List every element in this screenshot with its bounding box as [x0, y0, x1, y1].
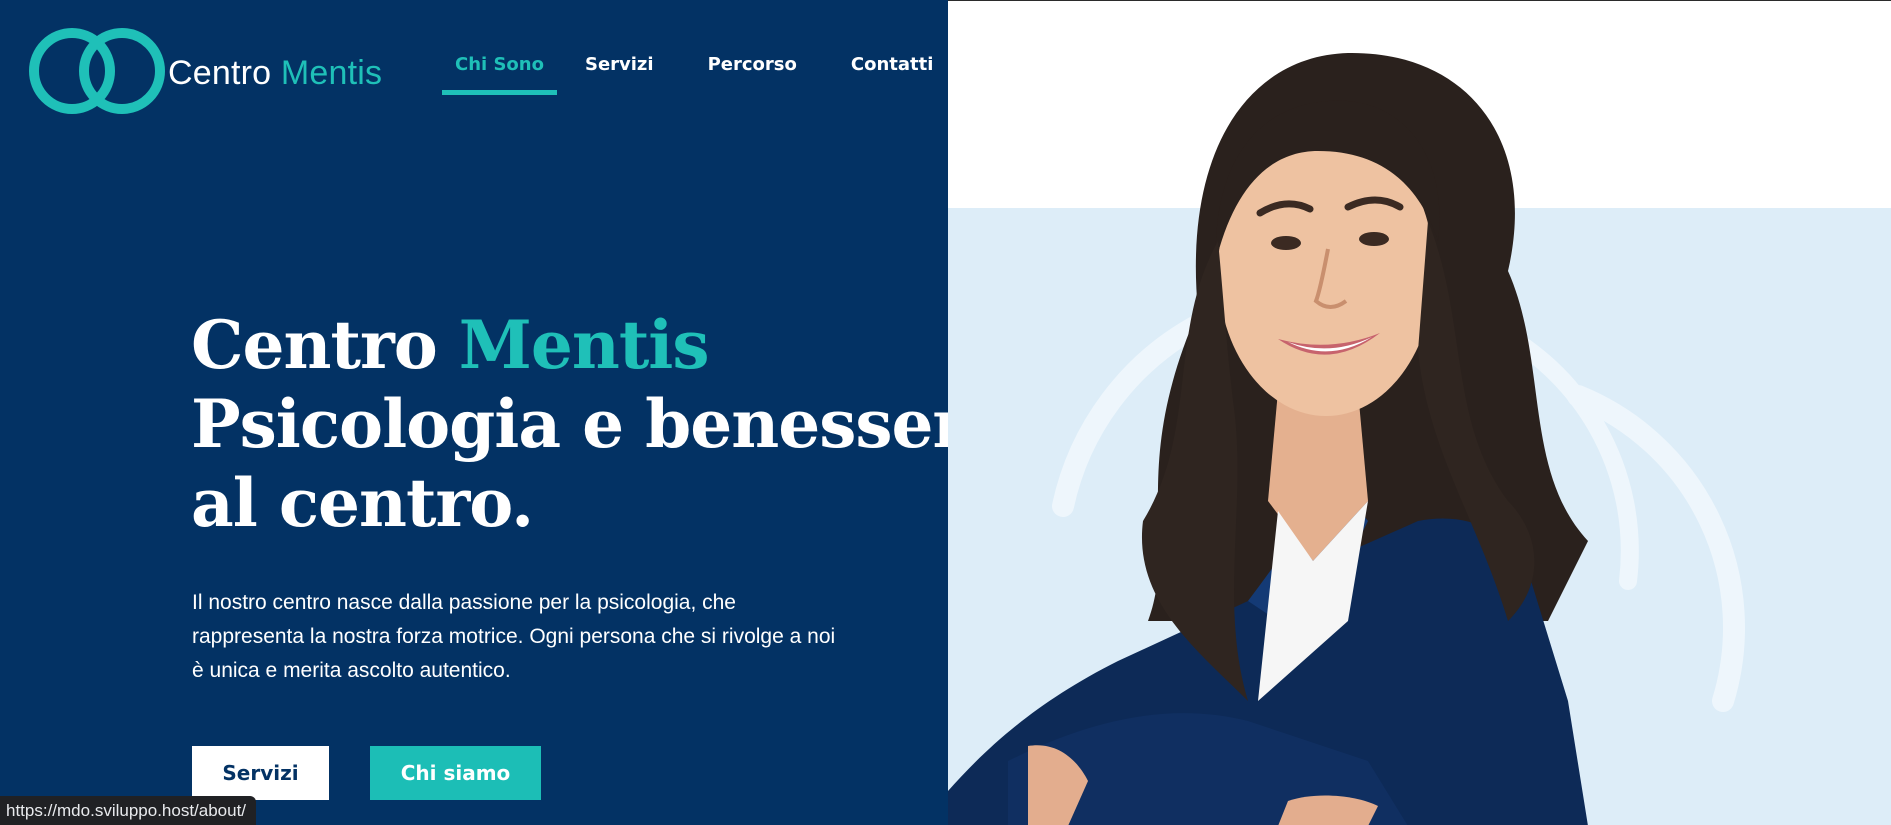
logo-text: Centro Mentis — [168, 54, 382, 93]
logo-name-accent: Mentis — [280, 53, 383, 92]
interlocked-rings-icon — [29, 28, 165, 114]
hero-title-primary: Centro — [191, 306, 438, 384]
site-logo[interactable]: Centro Mentis — [28, 26, 382, 116]
hero-left-panel: Centro Mentis Chi Sono Servizi Percorso … — [0, 0, 1008, 825]
hero-portrait-image — [948, 52, 1745, 825]
hero-title-line2: Psicologia e benessere — [191, 385, 1008, 463]
chi-siamo-button[interactable]: Chi siamo — [370, 746, 541, 800]
hero-title-accent: Mentis — [458, 306, 710, 384]
servizi-button[interactable]: Servizi — [192, 746, 329, 800]
nav-item-percorso[interactable]: Percorso — [708, 54, 797, 95]
nav-item-contatti[interactable]: Contatti — [851, 54, 934, 95]
hero-title: Centro Mentis Psicologia e benessere al … — [191, 306, 1008, 543]
hero-title-line3: al centro. — [191, 464, 534, 542]
nav-item-servizi[interactable]: Servizi — [585, 54, 654, 95]
browser-status-bar: https://mdo.sviluppo.host/about/ — [0, 796, 257, 825]
nav-item-chi-sono[interactable]: Chi Sono — [442, 54, 557, 95]
main-navigation: Chi Sono Servizi Percorso Contatti — [442, 54, 933, 95]
hero-description: Il nostro centro nasce dalla passione pe… — [192, 591, 836, 682]
logo-name-primary: Centro — [168, 53, 272, 92]
hero-image-panel — [948, 0, 1891, 825]
